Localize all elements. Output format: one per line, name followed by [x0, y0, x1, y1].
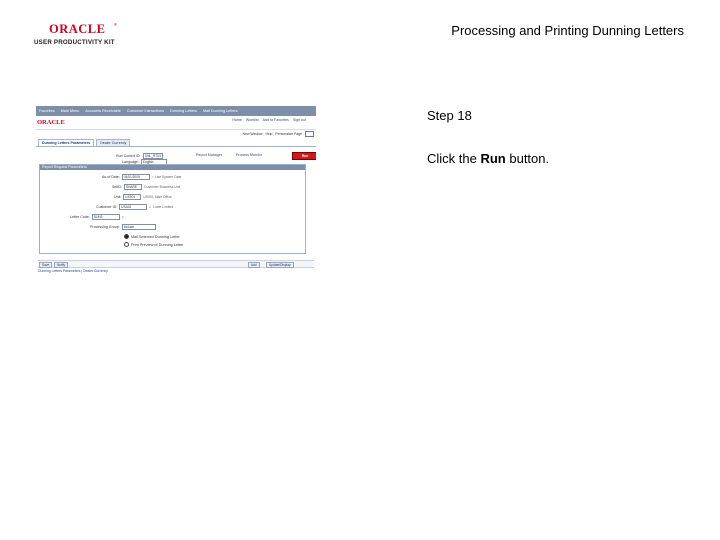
run-control-label: Run Control ID: — [116, 154, 141, 158]
logo-subtitle: USER PRODUCTIVITY KIT — [34, 39, 115, 46]
menu-customer-interactions[interactable]: Customer Interactions — [127, 109, 164, 113]
step-instruction: Click the Run button. — [427, 151, 549, 166]
lookup-icon[interactable]: ⌕ — [149, 205, 151, 209]
notify-button[interactable]: Notify — [54, 261, 69, 268]
logo-registered-mark: ® — [114, 22, 117, 27]
save-button[interactable]: Save — [39, 261, 53, 268]
setid-label: SetID: — [112, 185, 122, 189]
calendar-icon[interactable]: ▫ — [152, 175, 153, 179]
unit-input[interactable]: US001 — [123, 194, 142, 200]
instruction-target: Run — [480, 151, 506, 166]
radio-print-preview[interactable]: Print Preview of Dunning Letter — [124, 242, 184, 247]
field-letter-code: Letter Code: DUN3 ⌕ — [70, 214, 124, 220]
oracle-upk-logo: ORACLE ® USER PRODUCTIVITY KIT — [34, 22, 134, 48]
add-button[interactable]: Add — [248, 261, 260, 268]
process-monitor-label[interactable]: Process Monitor — [236, 153, 262, 157]
field-setid: SetID: SHARE Customer Business Unit — [112, 184, 180, 190]
processing-group-label: Processing Group: — [90, 225, 120, 229]
app-oracle-logo: ORACLE — [37, 119, 65, 126]
as-of-date-label: As of Date: — [102, 175, 120, 179]
toplink-add-favorites[interactable]: Add to Favorites — [263, 118, 289, 122]
customer-id-input[interactable]: USA02 — [119, 204, 148, 210]
unit-label: Unit: — [114, 195, 122, 199]
radio-mail-selected[interactable]: Mail Selected Dunning Letter — [124, 234, 180, 239]
panel-title: Report Request Parameters — [40, 165, 305, 170]
step-label: Step 18 — [427, 108, 472, 123]
processing-group-select[interactable]: Include — [121, 224, 156, 230]
new-window-link[interactable]: New Window — [243, 132, 263, 136]
document-title: Processing and Printing Dunning Letters — [451, 23, 684, 38]
letter-code-label: Letter Code: — [70, 215, 90, 219]
as-of-date-input[interactable]: 04/01/2009 — [121, 174, 150, 180]
menu-favorites[interactable]: Favorites — [39, 109, 55, 113]
setid-input[interactable]: SHARE — [124, 184, 142, 190]
tab-divider — [36, 146, 316, 147]
field-unit: Unit: US001 US001 Main Office — [114, 194, 172, 200]
run-button[interactable]: Run — [292, 152, 316, 160]
process-monitor-link[interactable]: Process Monitor — [236, 153, 262, 157]
footer-links[interactable]: Dunning Letters Parameters | Dealer Curr… — [38, 269, 108, 273]
menu-mail-dunning-letters[interactable]: Mail Dunning Letters — [203, 109, 238, 113]
app-toplinks: Home Worklist Add to Favorites Sign out — [232, 118, 306, 122]
field-as-of-date: As of Date: 04/01/2009 ▫ Use System Date — [102, 174, 181, 180]
application-screenshot: Favorites Main Menu Accounts Receivable … — [36, 106, 316, 278]
bottom-toolbar: Save Notify Add Update/Display — [38, 260, 314, 268]
report-manager-link[interactable]: Report Manager — [196, 153, 222, 157]
customer-id-label: Customer ID: — [96, 205, 118, 209]
report-request-parameters-panel: Report Request Parameters As of Date: 04… — [39, 164, 306, 254]
help-link[interactable]: Help — [265, 132, 272, 136]
print-icon[interactable] — [305, 131, 314, 137]
as-of-date-desc: Use System Date — [155, 175, 182, 179]
toplink-sign-out[interactable]: Sign out — [293, 118, 306, 122]
report-manager-label[interactable]: Report Manager — [196, 153, 222, 157]
app-subtoolbar: New Window Help Personalize Page — [243, 131, 314, 137]
toplink-worklist[interactable]: Worklist — [246, 118, 259, 122]
update-display-button[interactable]: Update/Display — [266, 261, 294, 268]
logo-wordmark: ORACLE — [49, 22, 106, 36]
app-brandbar: ORACLE Home Worklist Add to Favorites Si… — [36, 116, 316, 130]
menu-dunning-letters[interactable]: Dunning Letters — [170, 109, 197, 113]
radio-print-preview-label: Print Preview of Dunning Letter — [131, 242, 184, 247]
instruction-suffix: button. — [505, 151, 550, 166]
menu-main-menu[interactable]: Main Menu — [61, 109, 80, 113]
customer-id-desc: Lowe Limited — [153, 205, 174, 209]
field-processing-group: Processing Group: Include — [90, 224, 156, 230]
toplink-home[interactable]: Home — [232, 118, 242, 122]
unit-desc: US001 Main Office — [143, 195, 172, 199]
instruction-prefix: Click the — [427, 151, 481, 166]
lookup-icon-2[interactable]: ⌕ — [122, 215, 124, 219]
menu-accounts-receivable[interactable]: Accounts Receivable — [85, 109, 120, 113]
radio-dot-selected[interactable] — [124, 234, 129, 239]
radio-mail-selected-label: Mail Selected Dunning Letter — [131, 234, 180, 239]
app-menubar: Favorites Main Menu Accounts Receivable … — [36, 106, 316, 116]
personalize-page-link[interactable]: Personalize Page — [275, 132, 302, 136]
setid-desc: Customer Business Unit — [144, 185, 181, 189]
field-customer-id: Customer ID: USA02 ⌕ Lowe Limited — [96, 204, 173, 210]
letter-code-input[interactable]: DUN3 — [91, 214, 120, 220]
radio-dot-unselected[interactable] — [124, 242, 129, 247]
